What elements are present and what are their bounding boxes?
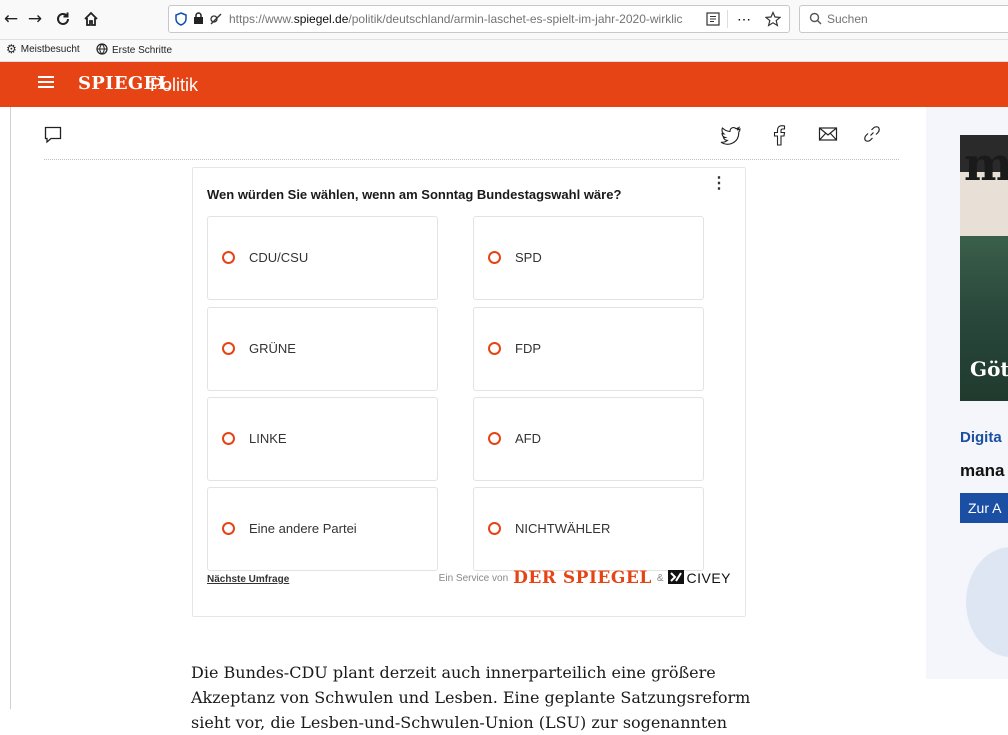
content-border: [10, 107, 11, 709]
poll-option-nichtwaehler[interactable]: NICHTWÄHLER: [473, 487, 704, 571]
section-title[interactable]: Politik: [150, 75, 198, 96]
reload-icon[interactable]: [52, 8, 74, 30]
url-bar[interactable]: https://www.spiegel.de/politik/deutschla…: [168, 5, 790, 33]
poll-option-fdp[interactable]: FDP: [473, 307, 704, 391]
sidebar-ad: m Göt Digita mana Zur A: [926, 107, 1008, 709]
url-domain: spiegel.de: [293, 12, 349, 26]
article-main: Wen würden Sie wählen, wenn am Sonntag B…: [20, 107, 910, 732]
bookmark-label: Meistbesucht: [20, 43, 80, 55]
radio-circle-icon[interactable]: [222, 342, 235, 355]
civey-label: CIVEY: [686, 570, 731, 586]
article-line: Akzeptanz von Schwulen und Lesben. Eine …: [191, 688, 751, 707]
link-icon[interactable]: [862, 124, 886, 148]
bookmark-label: Erste Schritte: [112, 45, 173, 56]
poll-option-label: AFD: [515, 431, 541, 446]
gear-icon: ⚙: [6, 42, 17, 56]
article-body: Die Bundes-CDU plant derzeit auch innerp…: [191, 660, 751, 735]
bookmark-erste-schritte[interactable]: Erste Schritte: [96, 43, 172, 58]
radio-circle-icon[interactable]: [488, 342, 501, 355]
next-poll-link[interactable]: Nächste Umfrage: [207, 574, 289, 585]
reader-view-icon[interactable]: [706, 6, 720, 32]
search-placeholder: Suchen: [827, 12, 868, 26]
url-text[interactable]: https://www.spiegel.de/politik/deutschla…: [229, 6, 683, 32]
url-separator: [727, 10, 728, 28]
url-path: /politik/deutschland/armin-laschet-es-sp…: [348, 12, 683, 26]
ad-brand[interactable]: mana: [960, 461, 1004, 481]
globe-icon: [96, 43, 108, 58]
bookmark-meistbesucht[interactable]: ⚙ Meistbesucht: [6, 43, 80, 55]
facebook-icon[interactable]: [769, 124, 793, 148]
back-arrow-icon[interactable]: ←: [0, 8, 22, 30]
poll-option-label: CDU/CSU: [249, 250, 309, 265]
poll-option-label: SPD: [515, 250, 542, 265]
share-divider: [44, 159, 899, 160]
service-prefix: Ein Service von: [438, 572, 509, 584]
poll-option-label: GRÜNE: [249, 341, 296, 356]
civey-mark-icon: [668, 569, 685, 587]
poll-option-cdu-csu[interactable]: CDU/CSU: [207, 216, 438, 300]
page-actions-button[interactable]: ⋯: [737, 6, 751, 32]
poll-more-options-button[interactable]: ⋮: [711, 176, 727, 192]
home-icon[interactable]: [80, 8, 102, 30]
radio-circle-icon[interactable]: [488, 522, 501, 535]
lock-icon[interactable]: [193, 6, 204, 32]
mail-icon[interactable]: [818, 124, 842, 148]
hamburger-menu-icon[interactable]: [38, 76, 54, 90]
comment-icon[interactable]: [44, 126, 62, 149]
forward-arrow-icon[interactable]: →: [24, 8, 46, 30]
article-line: Die Bundes-CDU plant derzeit auch innerp…: [191, 663, 716, 682]
ad-banner[interactable]: m Göt Digita mana Zur A: [926, 107, 1008, 679]
radio-circle-icon[interactable]: [222, 251, 235, 264]
permissions-icon[interactable]: [209, 6, 223, 32]
url-prefix: https://www.: [229, 12, 294, 26]
magazine-cover-image[interactable]: m Göt: [960, 135, 1008, 401]
bookmark-star-icon[interactable]: [764, 6, 782, 32]
twitter-icon[interactable]: [720, 124, 744, 148]
ad-decoration: [966, 547, 1008, 657]
radio-circle-icon[interactable]: [222, 522, 235, 535]
poll-option-spd[interactable]: SPD: [473, 216, 704, 300]
poll-option-linke[interactable]: LINKE: [207, 397, 438, 481]
cover-headline-glyph: Göt: [970, 357, 1008, 381]
ad-cta-button[interactable]: Zur A: [960, 493, 1008, 523]
poll-option-label: NICHTWÄHLER: [515, 521, 611, 536]
article-line: sieht vor, die Lesben-und-Schwulen-Union…: [191, 713, 728, 732]
radio-circle-icon[interactable]: [222, 432, 235, 445]
browser-toolbar: ← → https://www.spiegel.de/politik/deuts…: [0, 0, 1008, 40]
civey-logo[interactable]: CIVEY: [668, 569, 731, 587]
poll-option-afd[interactable]: AFD: [473, 397, 704, 481]
poll-option-andere-partei[interactable]: Eine andere Partei: [207, 487, 438, 571]
radio-circle-icon[interactable]: [488, 432, 501, 445]
poll-option-label: Eine andere Partei: [249, 521, 357, 536]
ad-title[interactable]: Digita: [960, 429, 1002, 446]
der-spiegel-logo[interactable]: DER SPIEGEL: [513, 568, 652, 588]
poll-option-label: FDP: [515, 341, 541, 356]
poll-option-gruene[interactable]: GRÜNE: [207, 307, 438, 391]
poll-question: Wen würden Sie wählen, wenn am Sonntag B…: [207, 187, 622, 202]
poll-widget: Wen würden Sie wählen, wenn am Sonntag B…: [192, 167, 746, 617]
service-ampersand: &: [656, 572, 664, 584]
search-icon: [809, 12, 822, 30]
poll-service-credit: Ein Service von DER SPIEGEL & CIVEY: [439, 568, 731, 588]
radio-circle-icon[interactable]: [488, 251, 501, 264]
bookmarks-toolbar: ⚙ Meistbesucht Erste Schritte: [0, 40, 1008, 62]
site-header: SPIEGEL Politik: [0, 62, 1008, 107]
poll-option-label: LINKE: [249, 431, 287, 446]
tracking-shield-icon[interactable]: [175, 6, 187, 32]
cover-masthead-glyph: m: [964, 137, 1008, 191]
search-bar[interactable]: Suchen: [799, 5, 1008, 33]
